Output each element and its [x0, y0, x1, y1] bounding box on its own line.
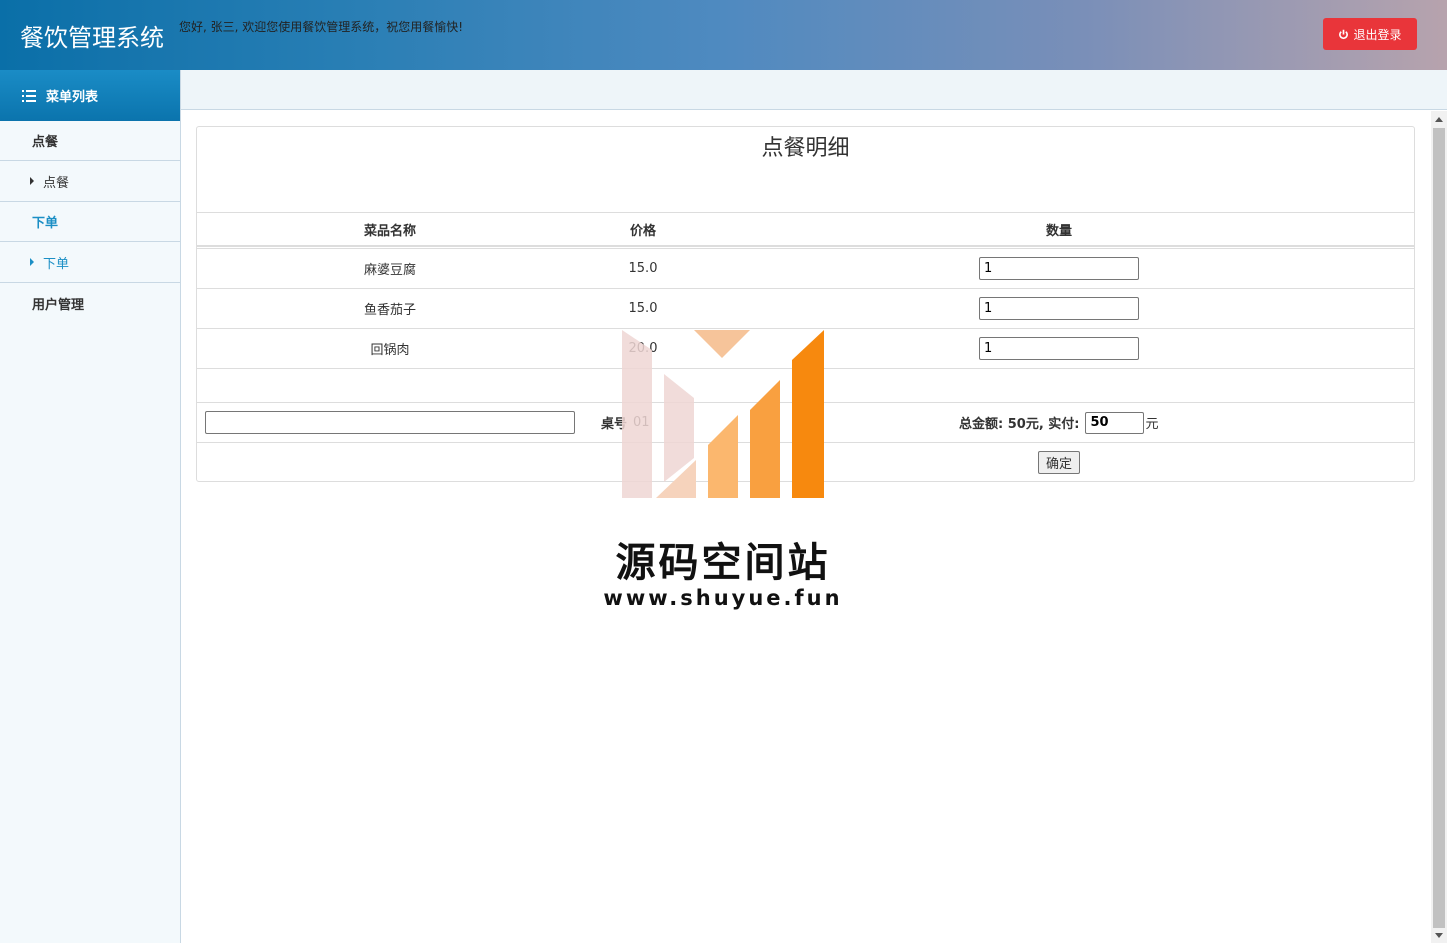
power-icon: [1339, 29, 1349, 39]
panel-title: 点餐明细: [761, 136, 850, 161]
column-header-quantity: 数量: [1045, 223, 1072, 239]
confirm-button[interactable]: 确定: [1037, 451, 1080, 474]
sidebar-item-place-order[interactable]: 下单: [0, 242, 180, 283]
watermark-url: www.shuyue.fun: [603, 586, 843, 610]
column-header-dish: 菜品名称: [363, 223, 416, 239]
sidebar-heading: 菜单列表: [0, 70, 180, 121]
sidebar-group-order[interactable]: 点餐: [0, 121, 180, 161]
sidebar-group-place-order[interactable]: 下单: [0, 202, 180, 242]
dish-name: 鱼香茄子: [363, 303, 416, 318]
watermark-text: 源码空间站: [615, 540, 831, 586]
paid-amount-input[interactable]: [1085, 411, 1145, 434]
quantity-input[interactable]: [979, 297, 1139, 320]
sidebar-group-label: 用户管理: [32, 297, 85, 313]
column-header-price: 价格: [629, 223, 656, 239]
sidebar-item-label: 下单: [43, 256, 70, 272]
dish-name: 回锅肉: [370, 343, 410, 358]
currency-unit: 元: [1145, 417, 1159, 432]
app-title: 餐饮管理系统: [20, 24, 164, 52]
scroll-up-icon[interactable]: [1435, 117, 1443, 122]
logout-label: 退出登录: [1353, 27, 1402, 42]
sidebar-group-label: 下单: [32, 216, 59, 231]
scroll-down-icon[interactable]: [1435, 933, 1443, 938]
content-top-strip: [181, 70, 1447, 110]
sidebar-group-label: 点餐: [32, 135, 59, 150]
logout-button[interactable]: 退出登录: [1323, 18, 1417, 50]
dish-price: 15.0: [628, 301, 658, 316]
quantity-cell: [959, 329, 1159, 368]
caret-right-icon: [30, 258, 34, 266]
quantity-input[interactable]: [979, 257, 1139, 280]
quantity-cell: [959, 289, 1159, 328]
dish-price: 15.0: [628, 261, 658, 276]
remark-input[interactable]: [205, 411, 575, 434]
welcome-message: 您好, 张三, 欢迎您使用餐饮管理系统，祝您用餐愉快!: [179, 20, 464, 34]
app-header: 餐饮管理系统 您好, 张三, 欢迎您使用餐饮管理系统，祝您用餐愉快! 退出登录: [0, 0, 1447, 70]
sidebar-item-order[interactable]: 点餐: [0, 161, 180, 202]
total-amount-text: 总金额: 50元, 实付:: [959, 417, 1080, 432]
sidebar: 菜单列表 点餐 点餐 下单 下单 用户管理: [0, 70, 181, 943]
sidebar-heading-label: 菜单列表: [46, 90, 99, 105]
caret-right-icon: [30, 177, 34, 185]
sidebar-item-label: 点餐: [43, 175, 70, 191]
table-row: 麻婆豆腐 15.0: [197, 248, 1414, 288]
quantity-cell: [959, 249, 1159, 288]
confirm-cell: 确定: [959, 443, 1159, 482]
payment-cell: 总金额: 50元, 实付: 元: [959, 403, 1159, 442]
sidebar-group-user-management[interactable]: 用户管理: [0, 283, 180, 323]
list-icon: [22, 89, 36, 102]
dish-name: 麻婆豆腐: [363, 263, 416, 278]
watermark-logo: [622, 330, 824, 498]
scroll-thumb[interactable]: [1433, 128, 1445, 928]
table-row: 鱼香茄子 15.0: [197, 288, 1414, 328]
table-header-row: 菜品名称 价格 数量: [197, 212, 1414, 247]
vertical-scrollbar[interactable]: [1431, 111, 1447, 943]
quantity-input[interactable]: [979, 337, 1139, 360]
